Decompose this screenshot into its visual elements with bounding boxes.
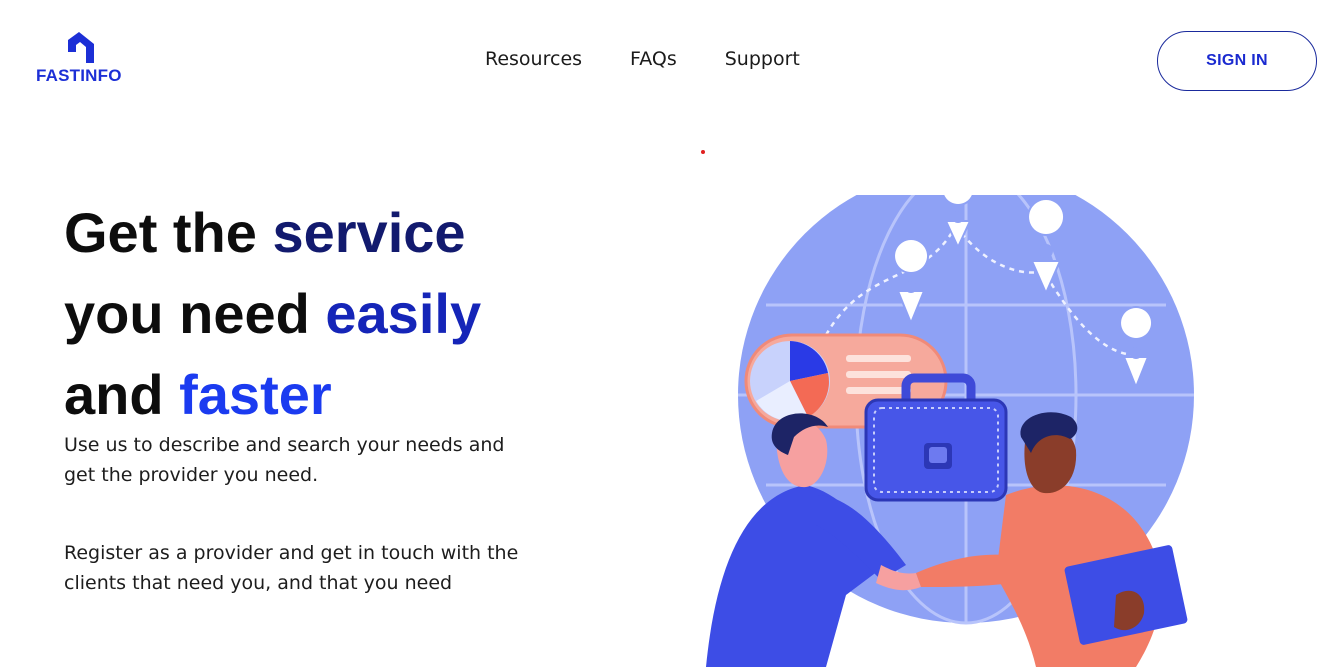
hero-title-line3-plain: and [64, 363, 180, 426]
hero-title-line2-plain: you need [64, 282, 326, 345]
nav-faqs[interactable]: FAQs [630, 48, 677, 70]
hero-title-line1-accent: service [272, 201, 466, 264]
hero-title-line3-accent: faster [179, 363, 332, 426]
decorative-dot [701, 150, 705, 154]
brand-logo[interactable]: FASTINFO [36, 30, 136, 90]
brand-logo-text: FASTINFO [36, 66, 122, 85]
hero-title-line2-accent: easily [325, 282, 482, 345]
hero-description-providers: Register as a provider and get in touch … [64, 542, 519, 594]
nav-resources[interactable]: Resources [485, 48, 582, 70]
handshake-globe-illustration [706, 195, 1194, 667]
main-nav: Resources FAQs Support [485, 48, 800, 70]
nav-support[interactable]: Support [725, 48, 800, 70]
hero-title-line1-plain: Get the [64, 201, 273, 264]
landing-page: FASTINFO Resources FAQs Support SIGN IN … [0, 0, 1341, 667]
house-logo-icon [68, 32, 94, 63]
sign-in-button[interactable]: SIGN IN [1157, 31, 1317, 91]
hero-title: Get the service you need easily and fast… [64, 192, 624, 435]
hero-description-clients: Use us to describe and search your needs… [64, 434, 505, 486]
